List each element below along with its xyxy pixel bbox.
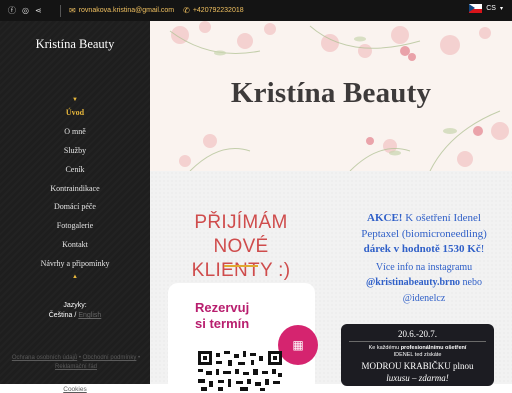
promo-info-1: Více info na instagramu bbox=[375, 261, 473, 273]
chevron-down-icon: ▾ bbox=[499, 6, 503, 12]
promo-gift: dárek v hodnotě 1530 Kč bbox=[363, 243, 481, 255]
qr-card-title-1: Rezervuj bbox=[195, 300, 250, 315]
nav-item-uvod[interactable]: Úvod bbox=[0, 104, 150, 123]
main-content: PŘIJÍMÁM NOVÉ KLIENTY :) Rezervuj si ter… bbox=[150, 171, 512, 393]
banner-big-1: MODROU KRABIČKU plnou bbox=[361, 361, 474, 371]
banner-sub-1: Ke každému profesionálnímu ošetření bbox=[341, 345, 494, 351]
new-clients-headline: PŘIJÍMÁM NOVÉ KLIENTY :) bbox=[166, 211, 316, 283]
promo-text-1: K ošetření Idenel bbox=[402, 212, 481, 224]
phone-text: +420792232018 bbox=[192, 7, 244, 14]
language-list: Jazyky: Čeština / English bbox=[0, 302, 150, 319]
language-code: CS bbox=[486, 5, 496, 12]
language-separator: / bbox=[74, 312, 77, 319]
promo-banner: 20.6.-20.7. Ke každému profesionálnímu o… bbox=[341, 324, 494, 386]
promo-info-2: nebo bbox=[460, 277, 482, 288]
email-link[interactable]: ✉ rovnakova.kristina@gmail.com bbox=[69, 6, 174, 15]
email-text: rovnakova.kristina@gmail.com bbox=[78, 7, 175, 14]
divider bbox=[60, 4, 61, 17]
phone-icon: ✆ bbox=[183, 6, 190, 15]
main-nav: ▼ Úvod O mně Služby Ceník Kontraindikace… bbox=[0, 97, 150, 280]
headline-underline bbox=[224, 265, 258, 267]
active-marker-top-icon: ▼ bbox=[72, 97, 78, 103]
top-bar: ⓕ ◎ ⋖ ✉ rovnakova.kristina@gmail.com ✆ +… bbox=[0, 0, 512, 21]
promo-text: AKCE! K ošetření Idenel Peptaxel (biomic… bbox=[340, 211, 508, 306]
terms-link[interactable]: Obchodní podmínky bbox=[83, 355, 137, 361]
privacy-link[interactable]: Ochrana osobních údajů bbox=[12, 355, 77, 361]
banner-sub-1b: profesionálnímu ošetření bbox=[400, 345, 467, 351]
nav-item-domaci-pece[interactable]: Domácí péče bbox=[0, 198, 150, 217]
facebook-icon[interactable]: ⓕ bbox=[8, 6, 16, 15]
promo-akce: AKCE! bbox=[367, 212, 403, 224]
qr-card-title-2: si termín bbox=[195, 316, 250, 331]
active-marker-bottom-icon: ▲ bbox=[72, 274, 78, 281]
headline-line-1: PŘIJÍMÁM NOVÉ bbox=[194, 212, 288, 257]
legal-dot: • bbox=[138, 355, 141, 361]
share-icon[interactable]: ⋖ bbox=[35, 6, 42, 15]
qr-code-icon bbox=[198, 351, 282, 391]
nav-item-kontakt[interactable]: Kontakt bbox=[0, 236, 150, 255]
complaints-link[interactable]: Reklamační řád bbox=[55, 364, 97, 370]
nav-item-cenik[interactable]: Ceník bbox=[0, 161, 150, 180]
headline-line-2: KLIENTY :) bbox=[191, 260, 291, 281]
phone-link[interactable]: ✆ +420792232018 bbox=[183, 6, 244, 15]
social-links: ⓕ ◎ ⋖ bbox=[0, 6, 60, 15]
promo-idenel-handle[interactable]: @idenelcz bbox=[340, 291, 508, 307]
cookies-link[interactable]: Cookies bbox=[0, 386, 150, 393]
languages-label: Jazyky: bbox=[63, 302, 87, 309]
site-brand[interactable]: Kristína Beauty bbox=[0, 37, 150, 52]
nav-item-navrhy[interactable]: Návrhy a připomínky bbox=[0, 255, 150, 274]
nav-item-kontraindikace[interactable]: Kontraindikace bbox=[0, 180, 150, 199]
promo-instagram-handle[interactable]: @kristinabeauty.brno bbox=[366, 277, 460, 288]
language-czech[interactable]: Čeština bbox=[49, 312, 73, 319]
banner-big-2: luxusu – zdarma! bbox=[386, 373, 449, 383]
banner-sub-1a: Ke každému bbox=[368, 345, 401, 351]
czech-flag-icon bbox=[469, 4, 483, 13]
banner-sub-2: IDENEL ted získáte bbox=[393, 352, 442, 358]
calendar-icon: ▦ bbox=[278, 325, 318, 365]
hero-banner: Kristína Beauty bbox=[150, 21, 512, 171]
promo-text-2: Peptaxel (biomicroneedling) bbox=[361, 227, 487, 240]
nav-item-sluzby[interactable]: Služby bbox=[0, 142, 150, 161]
nav-item-o-mne[interactable]: O mně bbox=[0, 123, 150, 142]
instagram-icon[interactable]: ◎ bbox=[22, 6, 29, 15]
booking-qr-card[interactable]: Rezervuj si termín ▦ bbox=[168, 283, 318, 393]
language-english[interactable]: English bbox=[78, 312, 101, 319]
legal-links: Ochrana osobních údajů • Obchodní podmín… bbox=[6, 354, 146, 372]
sidebar: Kristína Beauty ▼ Úvod O mně Služby Cení… bbox=[0, 21, 150, 393]
promo-gift-end: ! bbox=[480, 243, 485, 255]
banner-divider bbox=[349, 341, 486, 342]
language-switcher[interactable]: CS ▾ bbox=[469, 4, 503, 13]
mail-icon: ✉ bbox=[69, 6, 76, 15]
banner-date: 20.6.-20.7. bbox=[398, 329, 437, 339]
hero-title: Kristína Beauty bbox=[230, 77, 432, 109]
legal-dot: • bbox=[78, 355, 81, 361]
nav-item-fotogalerie[interactable]: Fotogalerie bbox=[0, 217, 150, 236]
